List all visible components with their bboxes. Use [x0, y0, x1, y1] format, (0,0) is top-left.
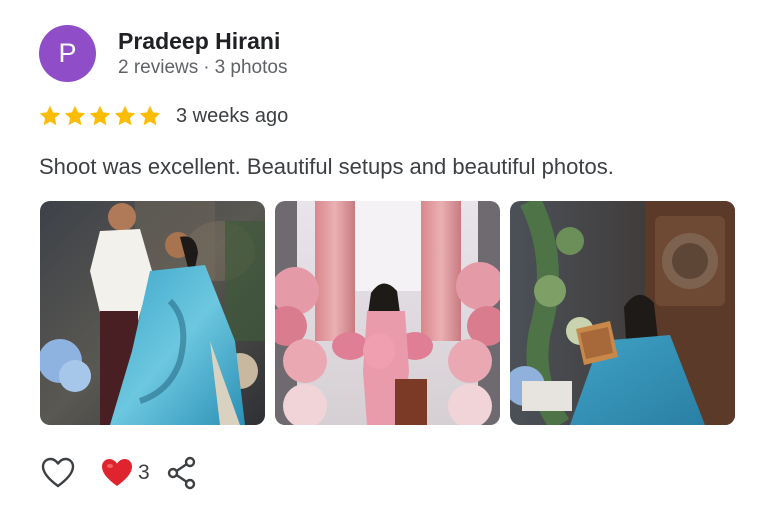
- star-icon: [113, 104, 137, 128]
- rating-row: 3 weeks ago: [38, 104, 288, 128]
- reviewer-meta: 2 reviews · 3 photos: [118, 57, 287, 79]
- heart-outline-icon[interactable]: [40, 455, 76, 491]
- review-text: Shoot was excellent. Beautiful setups an…: [39, 154, 614, 179]
- share-icon[interactable]: [166, 456, 198, 490]
- photo-pink-gown-maternity[interactable]: [275, 201, 500, 425]
- star-icon: [63, 104, 87, 128]
- reaction-count: 3: [138, 461, 150, 484]
- review-photos: [40, 201, 735, 425]
- meta-separator: ·: [203, 57, 210, 78]
- avatar-initial: P: [58, 38, 77, 68]
- photo-reading-book-maternity[interactable]: [510, 201, 735, 425]
- reviewer-name[interactable]: Pradeep Hirani: [118, 28, 280, 55]
- review-actions: 3: [40, 455, 198, 491]
- review-count: 2 reviews: [118, 57, 199, 78]
- reviewer-avatar[interactable]: P: [39, 25, 96, 82]
- star-icon: [138, 104, 162, 128]
- review-time: 3 weeks ago: [176, 104, 289, 127]
- star-icon: [38, 104, 62, 128]
- photo-count: 3 photos: [214, 57, 288, 78]
- star-icon: [88, 104, 112, 128]
- red-heart-icon[interactable]: [100, 456, 134, 490]
- star-rating: [38, 104, 162, 128]
- photo-couple-maternity[interactable]: [40, 201, 265, 425]
